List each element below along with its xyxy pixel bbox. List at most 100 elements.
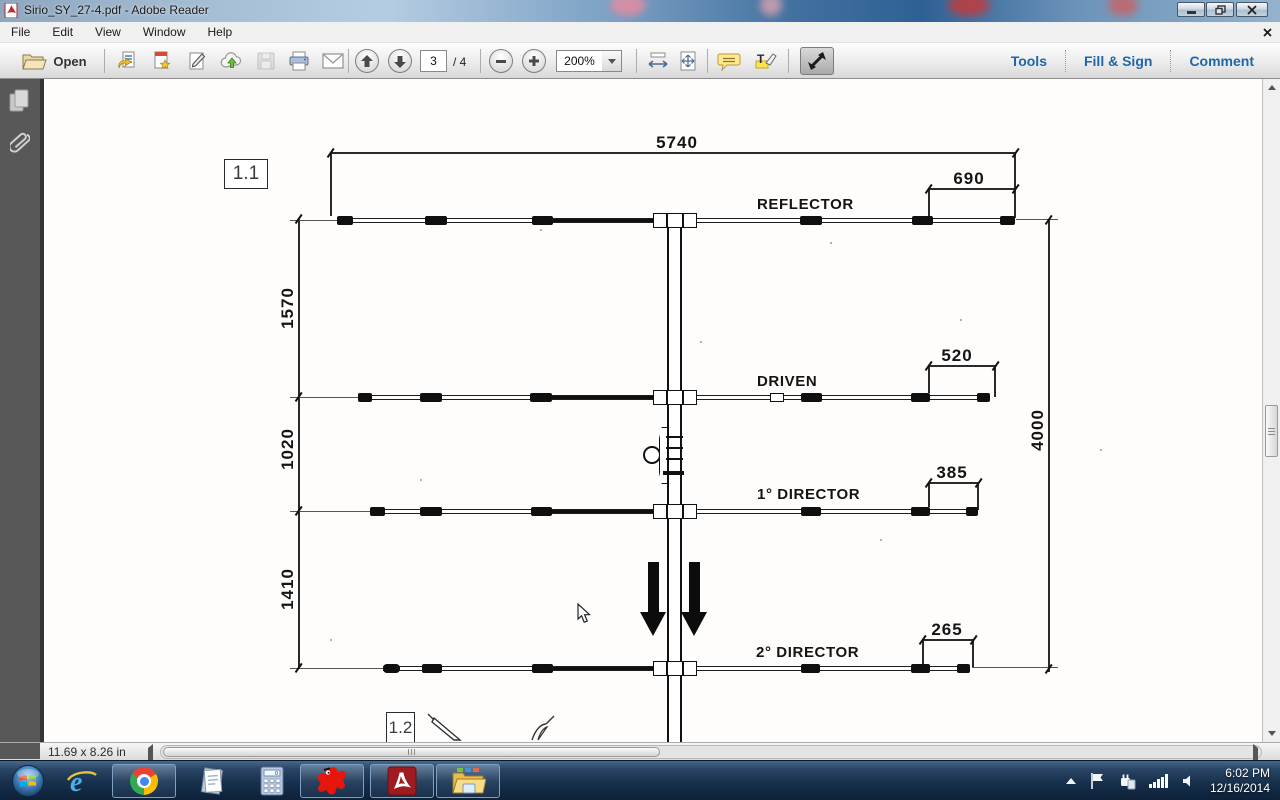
minimize-button[interactable] [1177, 2, 1205, 17]
close-icon [1247, 5, 1257, 15]
network-signal-icon[interactable] [1149, 774, 1168, 788]
action-center-flag-icon[interactable] [1089, 772, 1105, 790]
email-button[interactable] [318, 48, 348, 74]
director1-label: 1° DIRECTOR [757, 486, 860, 503]
restore-icon [1215, 5, 1226, 15]
status-bar: 11.69 x 8.26 in [0, 742, 1280, 760]
figure-1-2-partial-sketch [420, 712, 580, 742]
save-button[interactable] [252, 48, 280, 74]
scroll-down-button[interactable] [1265, 727, 1278, 740]
print-button[interactable] [284, 48, 314, 74]
dim-1410: 1410 [278, 549, 298, 629]
taskbar-adobe-reader[interactable] [370, 764, 434, 798]
window-title: Sirio_SY_27-4.pdf - Adobe Reader [24, 3, 209, 17]
fit-width-button[interactable] [644, 48, 672, 74]
show-hidden-icons-button[interactable] [1066, 778, 1076, 784]
glass-blur-blob [610, 0, 646, 16]
create-pdf-button[interactable] [147, 48, 177, 74]
tab-tools[interactable]: Tools [993, 49, 1065, 73]
page-thumbnails-icon[interactable] [9, 89, 31, 113]
svg-text:T: T [757, 52, 765, 66]
comment-bubble-button[interactable] [713, 48, 745, 74]
menu-file[interactable]: File [0, 22, 41, 42]
u-bolt-icon [643, 446, 661, 464]
adobe-reader-icon [387, 766, 417, 796]
sign-document-icon [186, 50, 208, 72]
menu-help[interactable]: Help [197, 22, 244, 42]
vertical-scrollbar[interactable] [1262, 79, 1280, 742]
menu-edit[interactable]: Edit [41, 22, 84, 42]
share-document-button[interactable] [112, 48, 142, 74]
fit-page-button[interactable] [674, 48, 702, 74]
page-number-input[interactable]: 3 [420, 50, 447, 72]
tab-fill-sign[interactable]: Fill & Sign [1066, 49, 1170, 73]
vertical-scroll-thumb[interactable] [1265, 405, 1278, 457]
power-plug-icon[interactable] [1118, 772, 1136, 790]
share-document-icon [116, 50, 138, 72]
previous-page-button[interactable] [355, 48, 379, 74]
fit-width-icon [647, 51, 669, 71]
horizontal-scrollbar[interactable] [160, 745, 1262, 759]
menu-bar: File Edit View Window Help [0, 22, 1280, 43]
next-page-button[interactable] [388, 48, 412, 74]
red-creature-app-icon [315, 765, 349, 797]
system-tray: 6:02 PM 12/16/2014 [1066, 761, 1280, 800]
taskbar-red-app[interactable] [300, 764, 364, 798]
director2-label: 2° DIRECTOR [756, 644, 859, 661]
dim-1020: 1020 [278, 409, 298, 489]
upload-cloud-icon [220, 50, 244, 72]
upload-cloud-button[interactable] [217, 48, 247, 74]
tab-comment[interactable]: Comment [1171, 49, 1272, 73]
taskbar-chrome[interactable] [112, 764, 176, 798]
email-icon [321, 52, 345, 70]
dim-1570: 1570 [278, 268, 298, 348]
taskbar-clock[interactable]: 6:02 PM 12/16/2014 [1210, 766, 1270, 796]
plus-icon [528, 55, 540, 67]
taskbar-internet-explorer[interactable]: e [56, 764, 108, 798]
volume-speaker-icon[interactable] [1181, 773, 1197, 789]
restore-button[interactable] [1206, 2, 1234, 17]
glass-blur-blob [760, 0, 782, 16]
scroll-up-button[interactable] [1265, 81, 1278, 94]
left-dimension-chain [298, 218, 300, 668]
sign-document-button[interactable] [182, 48, 212, 74]
fullscreen-button[interactable] [800, 47, 834, 75]
menu-view[interactable]: View [84, 22, 132, 42]
open-button[interactable]: Open [12, 48, 96, 74]
zoom-dropdown-button[interactable] [602, 50, 622, 72]
close-button[interactable] [1236, 2, 1268, 17]
zoom-in-button[interactable] [522, 48, 546, 74]
zoom-out-button[interactable] [489, 48, 513, 74]
right-tab-group: Tools Fill & Sign Comment [993, 47, 1272, 75]
title-bar: Sirio_SY_27-4.pdf - Adobe Reader [0, 0, 1280, 22]
figure-1-1-label: 1.1 [224, 159, 268, 189]
close-pane-icon[interactable] [1263, 28, 1272, 37]
taskbar-notepad[interactable] [186, 764, 238, 798]
highlight-text-button[interactable]: T [749, 48, 781, 74]
minimize-icon [1187, 11, 1196, 14]
reflector-element [337, 218, 1015, 223]
start-button[interactable] [2, 764, 54, 798]
dim-265: 265 [907, 620, 987, 640]
menu-window[interactable]: Window [132, 22, 197, 42]
dim-4000: 4000 [1028, 390, 1048, 470]
fit-page-icon [678, 51, 698, 71]
clock-time: 6:02 PM [1210, 766, 1270, 781]
navigation-pane [0, 79, 40, 742]
minus-icon [496, 60, 506, 63]
clock-date: 12/16/2014 [1210, 781, 1270, 796]
page-down-icon [394, 55, 406, 68]
comment-bubble-icon [717, 51, 741, 71]
glass-blur-blob [948, 0, 990, 16]
windows-start-icon [11, 764, 45, 798]
taskbar-file-explorer[interactable] [436, 764, 500, 798]
down-arrow-icon [648, 562, 659, 614]
zoom-level-input[interactable]: 200% [556, 50, 603, 72]
taskbar-calculator[interactable]: 0 [246, 764, 298, 798]
right-dimension-chain [1048, 219, 1050, 672]
fullscreen-icon [807, 51, 827, 71]
down-arrow-icon [640, 612, 666, 636]
horizontal-scroll-thumb[interactable] [163, 747, 660, 757]
attachments-paperclip-icon[interactable] [10, 129, 30, 157]
svg-text:e: e [70, 767, 82, 796]
